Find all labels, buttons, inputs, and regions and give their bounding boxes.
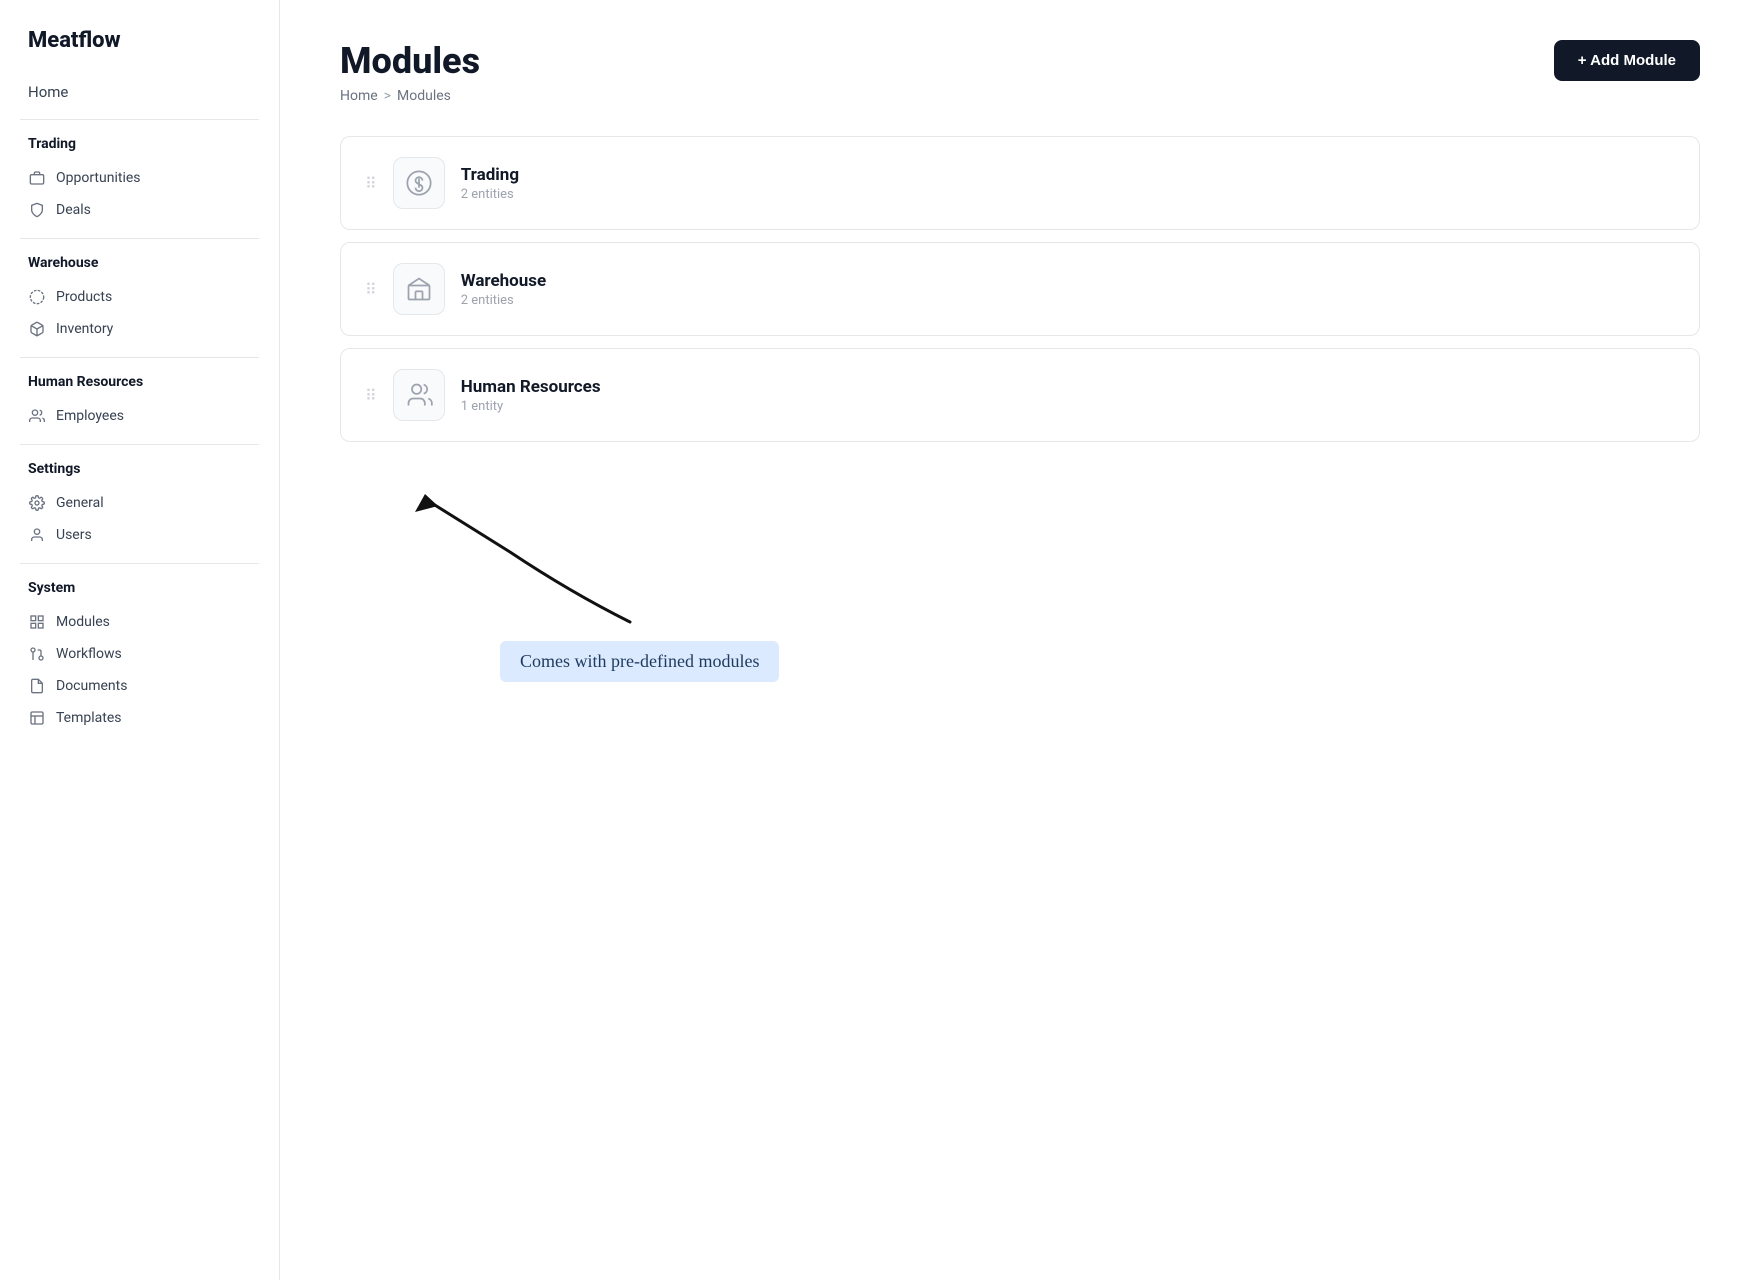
trading-module-info: Trading 2 entities [461, 165, 519, 202]
breadcrumb-separator: > [384, 88, 391, 104]
sidebar-section-trading: Trading [20, 132, 259, 156]
modules-list: ⠿ Trading 2 entities ⠿ [340, 136, 1700, 442]
sidebar-item-general[interactable]: General [20, 487, 259, 519]
warehouse-icon [405, 275, 433, 303]
gear-icon [28, 494, 46, 512]
annotation: Comes with pre-defined modules [340, 472, 1700, 692]
package-icon [28, 320, 46, 338]
shield-icon [28, 201, 46, 219]
module-card-trading[interactable]: ⠿ Trading 2 entities [340, 136, 1700, 230]
sidebar-divider-2 [20, 238, 259, 239]
sidebar-item-modules[interactable]: Modules [20, 606, 259, 638]
hr-icon-wrapper [393, 369, 445, 421]
dollar-circle-icon [405, 169, 433, 197]
hr-module-entities: 1 entity [461, 399, 601, 414]
sidebar-section-system: System [20, 576, 259, 600]
people-icon [405, 381, 433, 409]
user-settings-icon [28, 526, 46, 544]
main-header: Modules Home > Modules + Add Module [340, 40, 1700, 104]
annotation-arrow [370, 472, 690, 652]
hr-module-name: Human Resources [461, 377, 601, 397]
warehouse-module-info: Warehouse 2 entities [461, 271, 547, 308]
sidebar-divider [20, 119, 259, 120]
app-logo: Meatflow [20, 28, 259, 53]
annotation-text: Comes with pre-defined modules [500, 641, 779, 682]
grid-icon [28, 613, 46, 631]
sidebar-divider-4 [20, 444, 259, 445]
sidebar-item-deals[interactable]: Deals [20, 194, 259, 226]
trading-module-entities: 2 entities [461, 187, 519, 202]
title-area: Modules Home > Modules [340, 40, 480, 104]
add-module-button[interactable]: + Add Module [1554, 40, 1700, 81]
module-card-warehouse[interactable]: ⠿ Warehouse 2 entities [340, 242, 1700, 336]
sidebar-divider-5 [20, 563, 259, 564]
breadcrumb-home[interactable]: Home [340, 88, 378, 104]
sidebar-item-inventory[interactable]: Inventory [20, 313, 259, 345]
sidebar-item-documents[interactable]: Documents [20, 670, 259, 702]
users-icon [28, 407, 46, 425]
page-title: Modules [340, 40, 480, 82]
module-card-hr[interactable]: ⠿ Human Resources 1 entity [340, 348, 1700, 442]
sidebar-section-settings: Settings [20, 457, 259, 481]
circle-dashed-icon [28, 288, 46, 306]
drag-handle-warehouse[interactable]: ⠿ [365, 280, 377, 299]
sidebar-section-hr: Human Resources [20, 370, 259, 394]
main-content: Modules Home > Modules + Add Module ⠿ Tr… [280, 0, 1760, 1280]
hr-module-info: Human Resources 1 entity [461, 377, 601, 414]
sidebar-item-users[interactable]: Users [20, 519, 259, 551]
template-icon [28, 709, 46, 727]
breadcrumb-current: Modules [397, 88, 451, 104]
trading-icon-wrapper [393, 157, 445, 209]
sidebar: Meatflow Home Trading Opportunities Deal… [0, 0, 280, 1280]
sidebar-item-templates[interactable]: Templates [20, 702, 259, 734]
sidebar-item-employees[interactable]: Employees [20, 400, 259, 432]
warehouse-module-entities: 2 entities [461, 293, 547, 308]
sidebar-item-home[interactable]: Home [20, 77, 259, 107]
file-icon [28, 677, 46, 695]
drag-handle-hr[interactable]: ⠿ [365, 386, 377, 405]
warehouse-module-name: Warehouse [461, 271, 547, 291]
sidebar-item-workflows[interactable]: Workflows [20, 638, 259, 670]
warehouse-icon-wrapper [393, 263, 445, 315]
workflow-icon [28, 645, 46, 663]
sidebar-section-warehouse: Warehouse [20, 251, 259, 275]
trading-module-name: Trading [461, 165, 519, 185]
sidebar-item-opportunities[interactable]: Opportunities [20, 162, 259, 194]
drag-handle-trading[interactable]: ⠿ [365, 174, 377, 193]
breadcrumb: Home > Modules [340, 88, 480, 104]
sidebar-divider-3 [20, 357, 259, 358]
briefcase-icon [28, 169, 46, 187]
sidebar-item-products[interactable]: Products [20, 281, 259, 313]
